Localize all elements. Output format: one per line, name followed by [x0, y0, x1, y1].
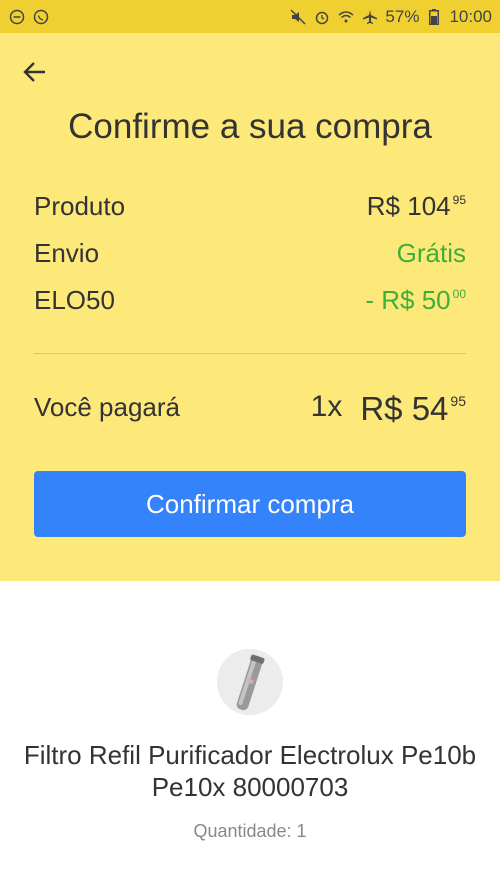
status-bar-left	[8, 8, 50, 26]
coupon-row: ELO50 - R$ 50 00	[34, 285, 466, 332]
summary-divider	[34, 353, 466, 354]
status-bar: 57% 10:00	[0, 0, 500, 33]
product-label: Produto	[34, 191, 126, 221]
shipping-row: Envio Grátis	[34, 238, 466, 285]
whatsapp-icon	[32, 8, 50, 26]
alarm-icon	[313, 8, 331, 26]
wifi-icon	[337, 8, 355, 26]
checkout-header: Confirme a sua compra Produto R$ 104 95 …	[0, 33, 500, 581]
total-integer: 54	[411, 390, 449, 427]
page-title: Confirme a sua compra	[68, 107, 432, 146]
arrow-left-icon	[23, 62, 45, 82]
product-price: R$ 104 95	[367, 191, 466, 222]
product-section: Filtro Refil Purificador Electrolux Pe10…	[0, 581, 500, 889]
status-bar-right: 57% 10:00	[289, 7, 492, 27]
product-price-cents: 95	[452, 193, 466, 207]
product-thumbnail	[217, 649, 283, 715]
total-amount: R$ 54 95	[360, 390, 466, 428]
coupon-label: ELO50	[34, 285, 115, 315]
total-row: Você pagará 1x R$ 54 95	[34, 390, 466, 428]
total-cents: 95	[450, 393, 466, 409]
coupon-discount: - R$ 50 00	[365, 285, 466, 316]
product-price-integer: 104	[407, 191, 451, 221]
mute-icon	[289, 8, 307, 26]
coupon-discount-currency: - R$	[365, 285, 422, 315]
coupon-discount-integer: 50	[421, 285, 451, 315]
shipping-label: Envio	[34, 238, 100, 268]
total-currency: R$	[360, 390, 412, 427]
water-filter-image	[217, 649, 283, 715]
product-title: Filtro Refil Purificador Electrolux Pe10…	[23, 740, 477, 802]
shipping-value: Grátis	[396, 238, 466, 268]
coupon-discount-cents: 00	[452, 287, 466, 301]
product-row: Produto R$ 104 95	[34, 191, 466, 238]
back-button[interactable]	[18, 55, 52, 89]
confirm-purchase-button[interactable]: Confirmar compra	[34, 471, 466, 537]
battery-icon	[425, 8, 443, 26]
status-time: 10:00	[449, 6, 492, 26]
minus-circle-icon	[8, 8, 26, 26]
battery-percent: 57%	[385, 6, 420, 26]
total-value: 1x R$ 54 95	[311, 390, 466, 428]
order-summary: Produto R$ 104 95 Envio Grátis ELO50 - R…	[34, 191, 466, 332]
product-price-currency: R$	[366, 191, 408, 221]
installments: 1x	[310, 390, 343, 423]
airplane-icon	[361, 8, 379, 26]
total-label: Você pagará	[34, 392, 181, 422]
product-quantity: Quantidade: 1	[193, 821, 307, 841]
